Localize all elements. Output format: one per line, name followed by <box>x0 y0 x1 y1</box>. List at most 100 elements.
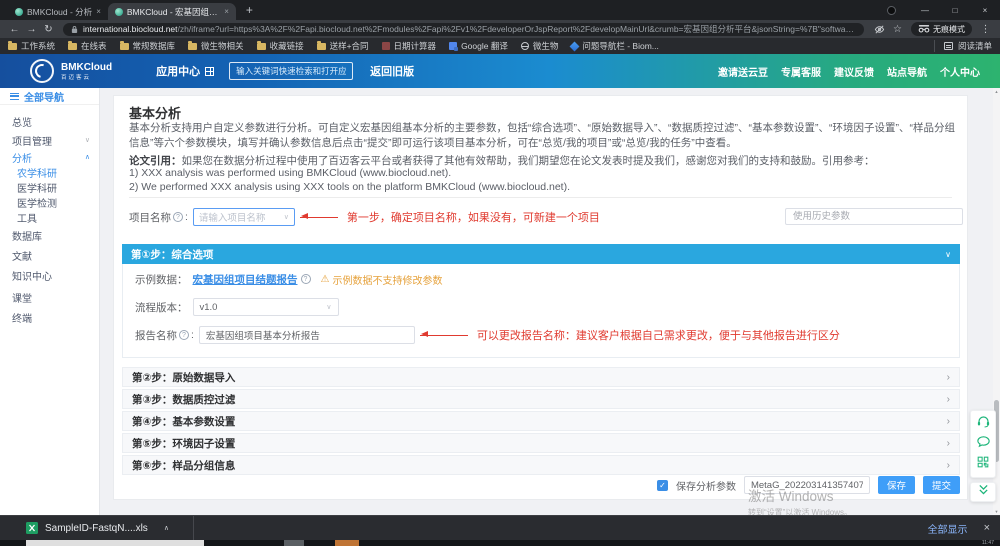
scroll-up-icon[interactable]: ▲ <box>993 88 1000 95</box>
header-link[interactable]: 建议反馈 <box>834 64 874 79</box>
close-shelf-icon[interactable]: × <box>984 522 990 534</box>
sidebar-item[interactable]: 分析∧ <box>0 149 99 165</box>
bookmark-item[interactable]: 问题导航栏 - Biom... <box>571 40 659 52</box>
header-link[interactable]: 个人中心 <box>940 64 980 79</box>
bookmark-item[interactable]: 微生物相关 <box>188 40 244 52</box>
project-name-select[interactable]: 请输入项目名称 ∨ <box>193 208 295 226</box>
step-header-collapsed[interactable]: 第⑤步：环境因子设置› <box>122 433 960 453</box>
colon: : <box>185 211 188 223</box>
sample-warning: ⚠ 示例数据不支持修改参数 <box>321 272 443 287</box>
collapse-toolbar-button[interactable] <box>970 482 996 502</box>
chevron-down-icon: ∨ <box>945 250 951 259</box>
sidebar-item[interactable]: 总览 <box>0 113 99 129</box>
sidebar-item[interactable]: 农学科研 <box>0 165 99 180</box>
back-to-old-button[interactable]: 返回旧版 <box>370 63 414 79</box>
sidebar-item[interactable]: 知识中心 <box>0 267 99 283</box>
sample-report-link[interactable]: 宏基因组项目结题报告 <box>193 272 298 287</box>
bmkcloud-logo[interactable]: BMKCloud 百迈客云 <box>30 59 112 83</box>
sidebar-item[interactable]: 医学检测 <box>0 195 99 210</box>
sidebar-item[interactable]: 医学科研 <box>0 180 99 195</box>
project-name-label: 项目名称 ? : <box>129 210 188 225</box>
save-params-checkbox[interactable]: ✓ <box>657 480 668 491</box>
sidebar-nav-all[interactable]: 全部导航 <box>0 88 99 105</box>
tab-close-icon[interactable]: × <box>224 7 229 16</box>
sidebar-item[interactable]: 工具 <box>0 210 99 225</box>
bookmark-item[interactable]: 日期计算器 <box>382 40 437 52</box>
bookmark-item[interactable]: Google 翻译 <box>449 40 508 52</box>
sidebar-item[interactable]: 终端 <box>0 309 99 325</box>
save-button[interactable]: 保存 <box>878 476 915 494</box>
header-link[interactable]: 站点导航 <box>887 64 927 79</box>
bookmark-label: 常规数据库 <box>133 40 176 52</box>
sidebar-item[interactable]: 文献 <box>0 247 99 263</box>
excel-file-icon <box>26 522 38 534</box>
bookmark-star-icon[interactable]: ☆ <box>893 24 902 35</box>
bookmark-item[interactable]: 常规数据库 <box>120 40 176 52</box>
bookmark-item[interactable]: 在线表 <box>68 40 107 52</box>
taskbar-window-orange[interactable] <box>335 540 359 546</box>
bookmark-item[interactable]: 微生物 <box>521 40 559 52</box>
help-icon[interactable]: ? <box>301 274 311 284</box>
chevron-right-icon: › <box>947 460 950 471</box>
incognito-profile-badge[interactable]: 无痕模式 <box>911 22 972 36</box>
sidebar-item[interactable]: 项目管理∨ <box>0 132 99 148</box>
step-header-collapsed[interactable]: 第⑥步：样品分组信息› <box>122 455 960 475</box>
download-item[interactable]: SampleID-FastqN....xls ∧ <box>26 522 169 534</box>
back-button[interactable]: ← <box>6 24 23 35</box>
header-link[interactable]: 邀请送云豆 <box>718 64 768 79</box>
step-header-collapsed[interactable]: 第②步：原始数据导入› <box>122 367 960 387</box>
report-name-input[interactable] <box>199 326 415 344</box>
taskbar-window-gray[interactable] <box>284 540 304 546</box>
maximize-button[interactable]: □ <box>940 6 970 15</box>
chevron-up-icon[interactable]: ∧ <box>164 524 169 532</box>
profile-label: 无痕模式 <box>933 24 965 35</box>
app-search-input[interactable] <box>229 62 353 80</box>
address-bar[interactable]: international.biocloud.net /zh/iframe?ur… <box>63 23 864 36</box>
help-icon[interactable]: ? <box>173 212 183 222</box>
browser-menu-icon[interactable]: ⋮ <box>977 24 994 35</box>
submit-button[interactable]: 提交 <box>923 476 960 494</box>
sidebar-item[interactable]: 课堂 <box>0 289 99 305</box>
qrcode-icon[interactable] <box>976 455 990 474</box>
browser-toolbar: ← → ↻ international.biocloud.net /zh/ifr… <box>0 20 1000 38</box>
step1-header[interactable]: 第①步：综合选项 ∨ <box>122 244 960 264</box>
scroll-down-icon[interactable]: ▼ <box>993 508 1000 515</box>
float-toolbar <box>970 410 996 478</box>
reading-list-button[interactable]: 阅读清单 <box>934 40 992 52</box>
chevron-up-icon: ∧ <box>85 153 90 161</box>
sidebar-item-label: 医学检测 <box>17 195 57 210</box>
new-tab-button[interactable]: + <box>246 3 253 17</box>
taskbar-window-white[interactable] <box>26 540 204 546</box>
app-center-button[interactable]: 应用中心 <box>156 63 214 79</box>
project-name-row: 项目名称 ? : 请输入项目名称 ∨ 第一步，确定项目名称，如果没有，可新建一个… <box>129 208 600 226</box>
bookmark-item[interactable]: 送样+合同 <box>317 40 369 52</box>
help-icon[interactable]: ? <box>179 330 189 340</box>
show-all-downloads-button[interactable]: 全部显示 <box>928 521 968 536</box>
minimize-button[interactable]: — <box>910 6 940 15</box>
bookmark-item[interactable]: 收藏链接 <box>257 40 304 52</box>
bookmark-item[interactable]: 工作系统 <box>8 40 55 52</box>
tab-close-icon[interactable]: × <box>96 7 101 16</box>
sidebar-item-label: 工具 <box>17 210 37 225</box>
close-window-button[interactable]: × <box>970 6 1000 15</box>
folder-icon <box>188 43 197 50</box>
browser-tab-inactive[interactable]: BMKCloud - 分析 × <box>8 3 108 20</box>
incognito-icon <box>918 25 930 33</box>
annotation-note-2: 可以更改报告名称：建议客户根据自己需求更改，便于与其他报告进行区分 <box>477 327 840 343</box>
warning-text: 示例数据不支持修改参数 <box>332 272 442 287</box>
record-indicator-icon[interactable] <box>887 6 896 15</box>
step-header-collapsed[interactable]: 第③步：数据质控过滤› <box>122 389 960 409</box>
step-title: 第③步：数据质控过滤 <box>132 392 235 407</box>
browser-tab-active[interactable]: BMKCloud - 宏基因组分析平台 × <box>108 3 236 20</box>
history-params-input[interactable] <box>785 208 963 225</box>
sidebar-item[interactable]: 数据库 <box>0 227 99 243</box>
reload-button[interactable]: ↻ <box>40 24 57 35</box>
step-header-collapsed[interactable]: 第④步：基本参数设置› <box>122 411 960 431</box>
header-link[interactable]: 专属客服 <box>781 64 821 79</box>
forward-button[interactable]: → <box>23 24 40 35</box>
eye-off-icon[interactable] <box>874 24 885 35</box>
chat-icon[interactable] <box>976 434 991 454</box>
version-select[interactable]: v1.0 ∨ <box>193 298 339 316</box>
app-center-label: 应用中心 <box>156 63 200 79</box>
headset-icon[interactable] <box>976 414 991 434</box>
